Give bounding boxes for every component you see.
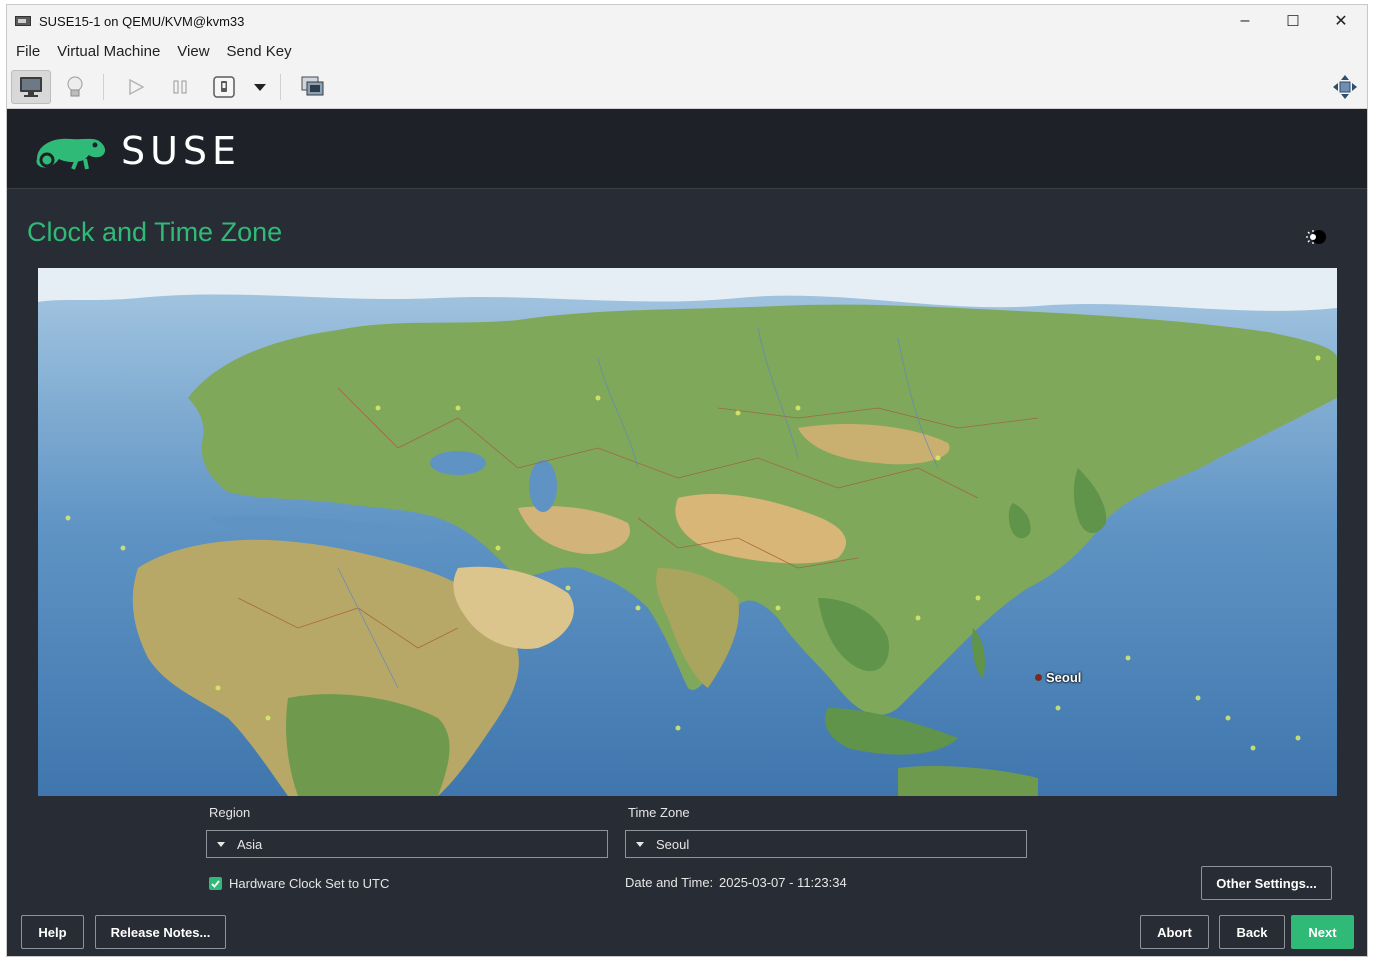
chameleon-icon [36, 138, 106, 170]
minimize-button[interactable]: – [1221, 5, 1269, 37]
region-select[interactable]: Asia [206, 830, 608, 858]
page-title: Clock and Time Zone [27, 217, 283, 247]
help-button[interactable]: Help [21, 915, 84, 949]
resize-to-vm-button[interactable] [1325, 70, 1365, 104]
timezone-select[interactable]: Seoul [625, 830, 1027, 858]
play-icon [129, 78, 145, 95]
timezone-map[interactable]: Seoul [38, 268, 1337, 796]
region-value: Asia [237, 836, 263, 852]
region-label: Region [209, 805, 251, 820]
pause-icon [173, 80, 187, 93]
maximize-button[interactable]: ☐ [1269, 5, 1317, 37]
screenshot-icon [301, 76, 324, 95]
lightbulb-icon [67, 76, 83, 96]
snapshots-button[interactable] [293, 70, 333, 104]
menu-bar: File Virtual Machine View Send Key [7, 37, 1367, 65]
toolbar [7, 65, 1367, 109]
toolbar-separator [103, 73, 104, 100]
timezone-label: Time Zone [628, 805, 690, 820]
theme-toggle-icon[interactable] [1305, 228, 1327, 246]
resize-icon [1333, 74, 1357, 99]
back-button[interactable]: Back [1219, 915, 1285, 949]
menu-view[interactable]: View [177, 43, 209, 60]
power-icon [213, 75, 235, 98]
details-view-button[interactable] [55, 70, 95, 104]
close-button[interactable]: ✕ [1317, 5, 1365, 37]
seoul-label: Seoul [1046, 670, 1082, 685]
hw-clock-checkbox[interactable] [209, 877, 222, 890]
vm-display[interactable]: SUSE Clock and Time Zone Seoul Region As… [7, 109, 1367, 956]
chevron-down-icon [217, 841, 225, 847]
suse-wordmark: SUSE [121, 129, 242, 173]
console-view-button[interactable] [11, 69, 51, 104]
shutdown-button[interactable] [204, 70, 244, 104]
suse-logo: SUSE [33, 129, 241, 173]
installer-header: SUSE [7, 109, 1367, 189]
map-graphic [38, 268, 1337, 796]
other-settings-button[interactable]: Other Settings... [1201, 866, 1332, 900]
menu-file[interactable]: File [16, 43, 40, 60]
abort-button[interactable]: Abort [1140, 915, 1209, 949]
shutdown-menu-button[interactable] [248, 70, 272, 104]
toolbar-separator [280, 73, 281, 100]
menu-send-key[interactable]: Send Key [227, 43, 292, 60]
dropdown-arrow-icon [254, 83, 266, 91]
monitor-icon [20, 76, 42, 97]
date-time-label: Date and Time: [625, 875, 714, 890]
hw-clock-label[interactable]: Hardware Clock Set to UTC [229, 876, 389, 891]
app-icon [15, 16, 31, 26]
timezone-value: Seoul [656, 836, 690, 852]
run-button[interactable] [116, 70, 156, 104]
window-title: SUSE15-1 on QEMU/KVM@kvm33 [39, 13, 245, 29]
next-button[interactable]: Next [1291, 915, 1354, 949]
checkmark-icon [211, 880, 220, 888]
menu-virtual-machine[interactable]: Virtual Machine [57, 43, 160, 60]
date-time-value: 2025-03-07 - 11:23:34 [719, 875, 847, 890]
pause-button[interactable] [160, 70, 200, 104]
release-notes-button[interactable]: Release Notes... [95, 915, 226, 949]
vm-viewer-window: SUSE15-1 on QEMU/KVM@kvm33 – ☐ ✕ File Vi… [6, 4, 1368, 957]
seoul-marker[interactable] [1035, 674, 1042, 681]
chevron-down-icon [636, 841, 644, 847]
title-bar: SUSE15-1 on QEMU/KVM@kvm33 [7, 5, 1367, 37]
